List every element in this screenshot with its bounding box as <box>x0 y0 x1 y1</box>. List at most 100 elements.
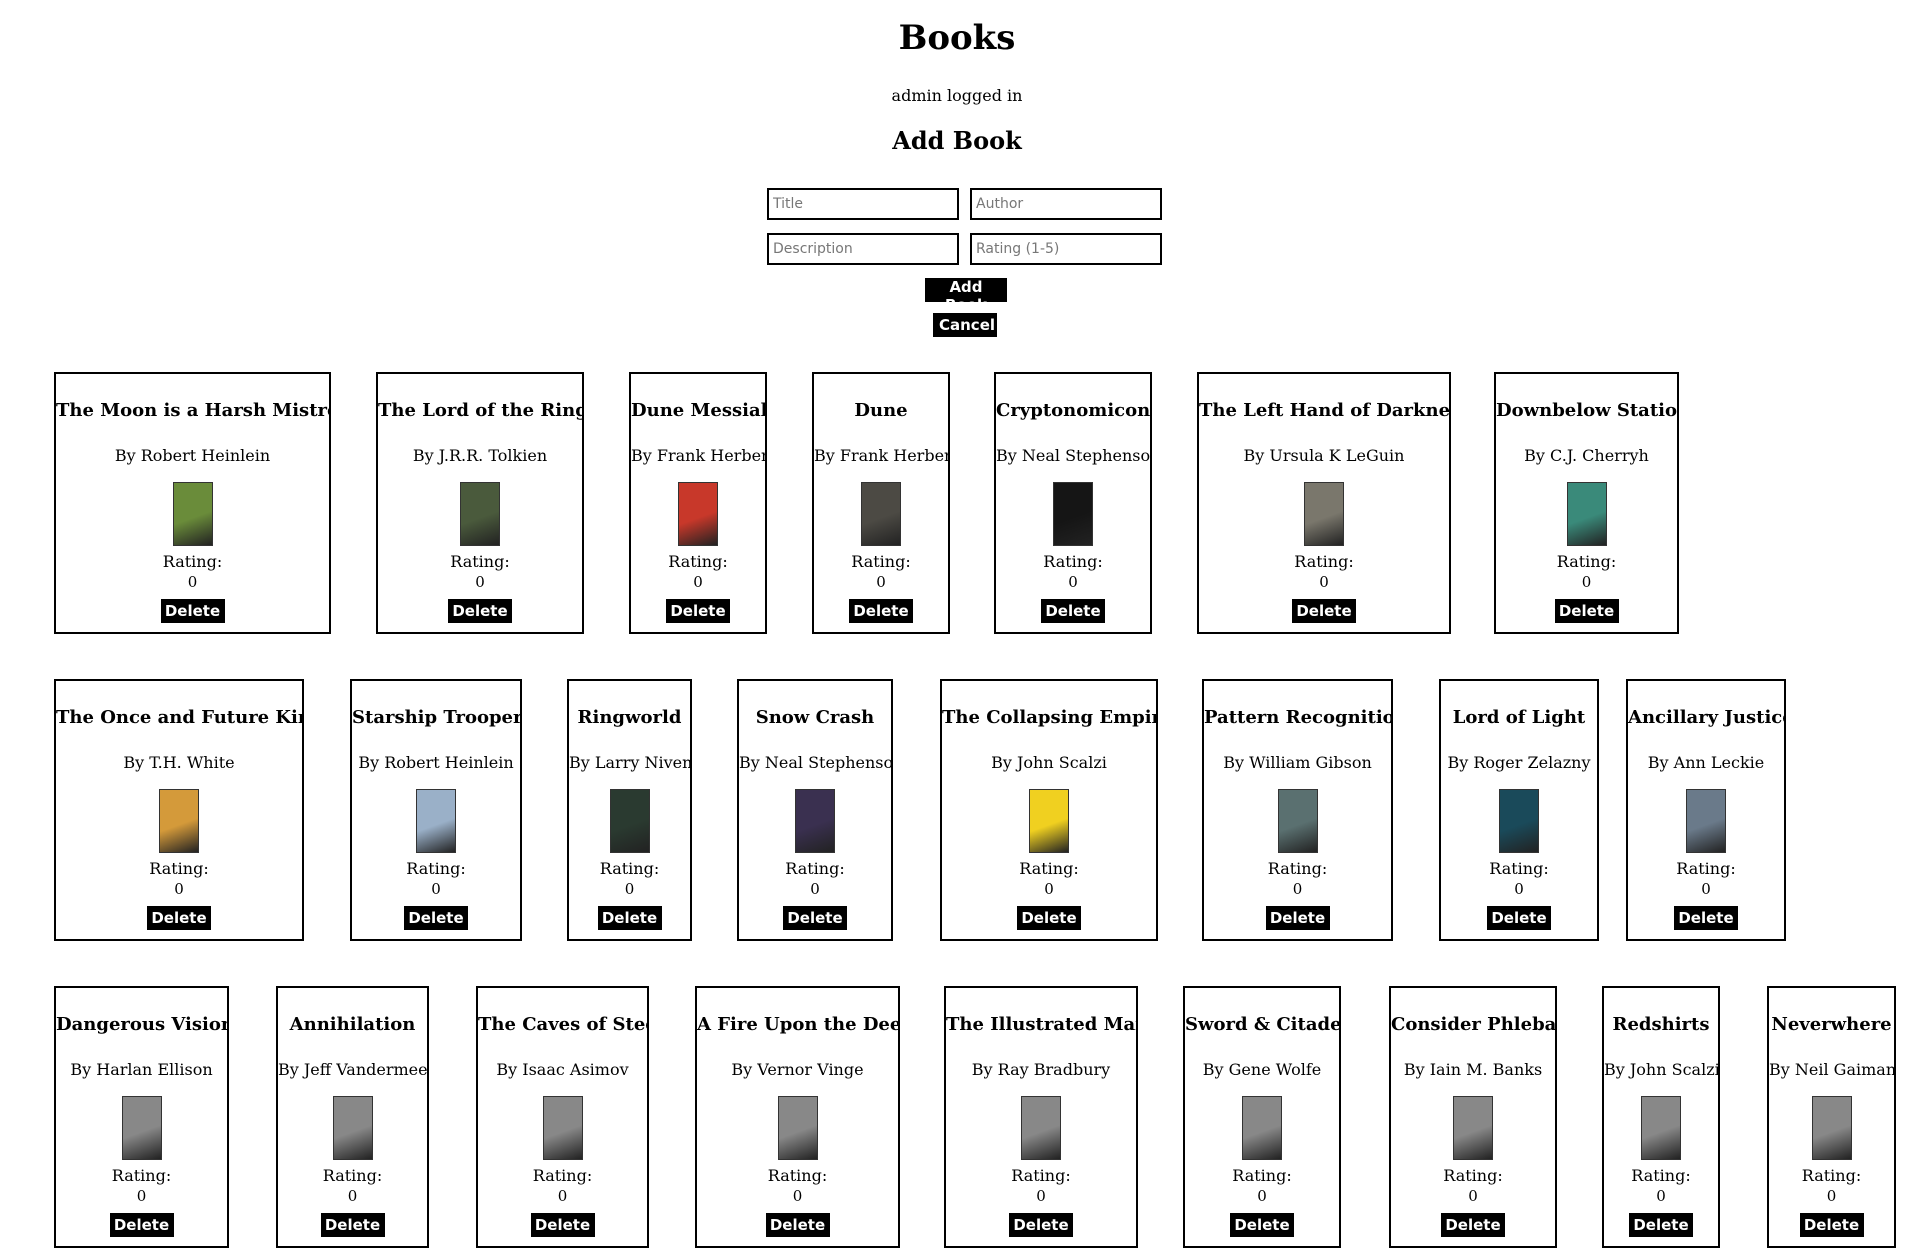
title-input[interactable] <box>767 188 959 220</box>
book-author: By Frank Herbert <box>631 446 767 465</box>
rating-label: Rating: <box>322 1166 383 1185</box>
rating-value: 0 <box>1044 880 1054 898</box>
rating-label: Rating: <box>1443 1166 1503 1185</box>
book-author: By Robert Heinlein <box>358 753 514 772</box>
delete-button[interactable]: Delete <box>849 599 913 623</box>
rating-value: 0 <box>1068 573 1078 591</box>
book-cover-image <box>332 1096 373 1160</box>
book-title: Lord of Light <box>1452 707 1586 728</box>
book-card: Pattern Recognition By William Gibson Rati… <box>1202 679 1393 941</box>
delete-button[interactable]: Delete <box>147 906 211 930</box>
rating-label: Rating: <box>450 552 510 571</box>
book-title: Redshirts <box>1612 1014 1710 1035</box>
delete-button[interactable]: Delete <box>1487 906 1551 930</box>
book-card: The Illustrated Man By Ray Bradbury Rating… <box>944 986 1138 1248</box>
rating-label: Rating: <box>1294 552 1354 571</box>
book-title: Ringworld <box>577 707 682 728</box>
book-card: Cryptonomicon By Neal Stephenson Rating: 0 D… <box>994 372 1152 634</box>
book-author: By John Scalzi <box>991 753 1107 772</box>
book-title: Dune Messiah <box>631 400 767 421</box>
delete-button[interactable]: Delete <box>666 599 730 623</box>
delete-button[interactable]: Delete <box>404 906 468 930</box>
delete-button[interactable]: Delete <box>1230 1213 1294 1237</box>
delete-button[interactable]: Delete <box>1009 1213 1073 1237</box>
rating-label: Rating: <box>532 1166 593 1185</box>
book-title: Downbelow Station <box>1496 400 1679 421</box>
delete-button[interactable]: Delete <box>1017 906 1081 930</box>
book-title: Neverwhere <box>1771 1014 1892 1035</box>
delete-button[interactable]: Delete <box>1799 1213 1864 1237</box>
delete-button[interactable]: Delete <box>1629 1213 1693 1237</box>
delete-button[interactable]: Delete <box>765 1213 830 1237</box>
delete-button[interactable]: Delete <box>1292 599 1356 623</box>
book-card: The Collapsing Empire By John Scalzi Ratin… <box>940 679 1158 941</box>
delete-button[interactable]: Delete <box>109 1213 174 1237</box>
delete-button[interactable]: Delete <box>1441 1213 1505 1237</box>
book-cover-image <box>1811 1096 1852 1160</box>
book-card: Dangerous Visions By Harlan Ellison Rating… <box>54 986 229 1248</box>
rating-label: Rating: <box>1011 1166 1071 1185</box>
book-cover-image <box>1566 482 1607 546</box>
book-card: The Once and Future King By T.H. White Rat… <box>54 679 304 941</box>
add-book-button[interactable]: Add Book <box>925 278 1007 314</box>
rating-label: Rating: <box>1019 859 1079 878</box>
book-author: By John Scalzi <box>1604 1060 1720 1079</box>
book-card: Starship Troopers By Robert Heinlein Ratin… <box>350 679 522 941</box>
rating-label: Rating: <box>668 552 728 571</box>
delete-button[interactable]: Delete <box>530 1213 595 1237</box>
book-card: Annihilation By Jeff Vandermeer Rating: 0 De… <box>276 986 429 1248</box>
description-input[interactable] <box>767 233 959 265</box>
book-author: By Iain M. Banks <box>1403 1060 1543 1079</box>
book-cover-image <box>1277 789 1318 853</box>
rating-label: Rating: <box>1043 552 1103 571</box>
book-cover-image <box>1499 789 1539 853</box>
delete-button[interactable]: Delete <box>160 599 225 623</box>
book-title: The Illustrated Man <box>946 1014 1138 1035</box>
rating-value: 0 <box>557 1187 568 1205</box>
rating-value: 0 <box>1257 1187 1267 1205</box>
delete-button[interactable]: Delete <box>1554 599 1619 623</box>
rating-value: 0 <box>187 573 198 591</box>
rating-input[interactable] <box>970 233 1162 265</box>
rating-value: 0 <box>136 1187 147 1205</box>
delete-button[interactable]: Delete <box>597 906 662 930</box>
rating-value: 0 <box>1514 880 1524 898</box>
rating-value: 0 <box>1292 880 1303 898</box>
delete-button[interactable]: Delete <box>448 599 512 623</box>
book-cover-image <box>795 789 835 853</box>
rating-label: Rating: <box>767 1166 828 1185</box>
delete-button[interactable]: Delete <box>1674 906 1738 930</box>
book-author: By Gene Wolfe <box>1202 1060 1322 1079</box>
book-author: By Harlan Ellison <box>70 1060 213 1079</box>
delete-button[interactable]: Delete <box>1041 599 1105 623</box>
book-card: Neverwhere By Neil Gaiman Rating: 0 Delete <box>1767 986 1896 1248</box>
book-author: By William Gibson <box>1223 753 1372 772</box>
book-card: The Moon is a Harsh Mistress By Robert He… <box>54 372 331 634</box>
rating-value: 0 <box>810 880 820 898</box>
rating-label: Rating: <box>111 1166 172 1185</box>
book-cover-image <box>1053 482 1093 546</box>
book-cover-image <box>542 1096 583 1160</box>
author-input[interactable] <box>970 188 1162 220</box>
cancel-button[interactable]: Cancel <box>933 313 997 337</box>
rating-label: Rating: <box>1489 859 1549 878</box>
book-card: The Caves of Steel By Isaac Asimov Rating:… <box>476 986 649 1248</box>
delete-button[interactable]: Delete <box>783 906 847 930</box>
book-cover-image <box>1304 482 1344 546</box>
book-author: By Frank Herbert <box>814 446 950 465</box>
book-author: By Jeff Vandermeer <box>278 1060 429 1079</box>
delete-button[interactable]: Delete <box>320 1213 385 1237</box>
book-title: Ancillary Justice <box>1628 707 1786 728</box>
book-cover-image <box>1453 1096 1493 1160</box>
book-title: Cryptonomicon <box>996 400 1151 421</box>
delete-button[interactable]: Delete <box>1265 906 1330 930</box>
book-cover-image <box>678 482 718 546</box>
book-title: The Left Hand of Darkness <box>1199 400 1451 421</box>
rating-value: 0 <box>1581 573 1592 591</box>
book-cover-image <box>159 789 199 853</box>
book-author: By Ursula K LeGuin <box>1243 446 1405 465</box>
rating-label: Rating: <box>599 859 660 878</box>
book-author: By Isaac Asimov <box>496 1060 629 1079</box>
book-card: Ringworld By Larry Niven Rating: 0 Delete <box>567 679 692 941</box>
book-cover-image <box>861 482 901 546</box>
